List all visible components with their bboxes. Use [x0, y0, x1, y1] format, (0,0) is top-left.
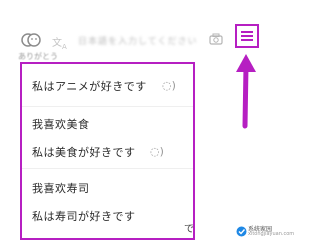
arrow-icon	[236, 54, 256, 129]
peek-text: で	[184, 224, 194, 235]
conversation-faces-icon[interactable]	[20, 31, 42, 49]
menu-icon	[241, 31, 253, 33]
divider	[22, 168, 193, 169]
list-item[interactable]: 私は寿司が好きです	[32, 208, 136, 224]
watermark: 系统家园 xitongjiayuan.com	[236, 224, 294, 242]
camera-icon[interactable]	[209, 33, 223, 45]
speaker-icon[interactable]: ◌)	[150, 145, 164, 158]
faded-previous-text: ありがとう	[18, 52, 58, 61]
list-item[interactable]: 私はアニメが好きです	[32, 78, 147, 94]
list-item[interactable]: 我喜欢美食	[32, 116, 90, 132]
search-input[interactable]: 日本語を入力してください	[78, 34, 198, 45]
watermark-url: xitongjiayuan.com	[248, 231, 295, 237]
list-item[interactable]: 私は美食が好きです	[32, 144, 136, 160]
divider	[22, 106, 193, 107]
site-logo-icon	[236, 226, 247, 237]
menu-button[interactable]	[235, 24, 259, 48]
speaker-icon[interactable]: ◌)	[162, 79, 176, 92]
translate-icon[interactable]: 文A	[52, 34, 67, 51]
list-item[interactable]: 我喜欢寿司	[32, 180, 90, 196]
phrase-list: 私はアニメが好きです ◌) 我喜欢美食 私は美食が好きです ◌) 我喜欢寿司 私…	[20, 62, 195, 240]
